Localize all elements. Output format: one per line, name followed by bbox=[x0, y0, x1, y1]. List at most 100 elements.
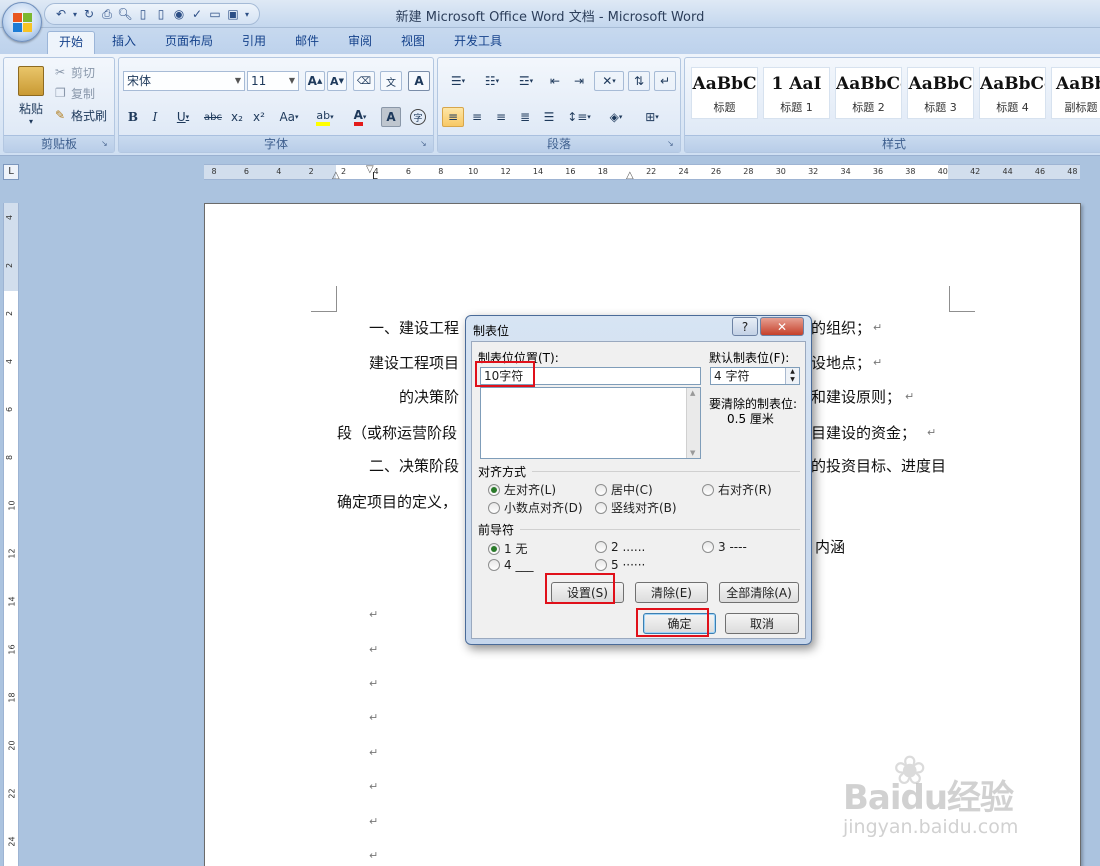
copy-button[interactable]: ❐ 复制 bbox=[54, 83, 112, 103]
increase-indent-button[interactable]: ⇥ bbox=[568, 71, 590, 91]
leader-5-radio[interactable]: 5 ······ bbox=[595, 558, 645, 572]
document-text: 内涵 bbox=[815, 538, 846, 556]
tab-position-list[interactable]: ▲ ▼ bbox=[480, 387, 701, 459]
clear-all-button[interactable]: 全部清除(A) bbox=[719, 582, 799, 603]
shrink-font-button[interactable]: A ▼ bbox=[327, 71, 347, 91]
style-tile[interactable]: AaBbCc 标题 2 bbox=[835, 67, 902, 119]
justify-button[interactable]: ≣ bbox=[514, 107, 536, 127]
style-tile[interactable]: AaBbCc 标题 4 bbox=[979, 67, 1046, 119]
align-decimal-radio[interactable]: 小数点对齐(D) bbox=[488, 499, 583, 516]
superscript-button[interactable]: x² bbox=[249, 107, 269, 127]
highlighter-icon: ab bbox=[316, 109, 331, 126]
tab-home[interactable]: 开始 bbox=[47, 31, 95, 54]
cancel-button[interactable]: 取消 bbox=[725, 613, 799, 634]
clear-format-button[interactable]: ⌫ bbox=[353, 71, 375, 91]
align-right-radio[interactable]: 右对齐(R) bbox=[702, 481, 772, 498]
tab-stop-marker[interactable]: L bbox=[372, 171, 378, 179]
ruler-number: 6 bbox=[5, 406, 15, 413]
close-icon: ✕ bbox=[776, 319, 788, 334]
align-left-button[interactable]: ≡ bbox=[442, 107, 464, 127]
scroll-up-icon[interactable]: ▲ bbox=[690, 389, 695, 397]
ruler-number: 42 bbox=[970, 167, 981, 176]
close-button[interactable]: ✕ bbox=[760, 317, 804, 336]
help-button[interactable]: ? bbox=[732, 317, 758, 336]
distributed-button[interactable]: ☰ bbox=[538, 107, 560, 127]
decrease-indent-button[interactable]: ⇤ bbox=[544, 71, 566, 91]
tab-review[interactable]: 审阅 bbox=[336, 31, 384, 54]
sort-button[interactable]: ⇅ bbox=[628, 71, 650, 91]
font-size-combobox[interactable]: 11 ▼ bbox=[247, 71, 299, 91]
increase-indent-icon: ⇥ bbox=[573, 74, 585, 88]
change-case-label: Aa bbox=[279, 110, 296, 124]
highlight-button[interactable]: ab ▾ bbox=[309, 107, 341, 127]
line-spacing-button[interactable]: ↕≡ ▾ bbox=[564, 107, 594, 127]
tab-view[interactable]: 视图 bbox=[389, 31, 437, 54]
scroll-down-icon[interactable]: ▼ bbox=[690, 449, 695, 457]
watermark-url: jingyan.baidu.com bbox=[843, 816, 1019, 838]
dialog-launcher-icon[interactable]: ↘ bbox=[667, 139, 677, 149]
office-button[interactable] bbox=[2, 2, 42, 42]
phonetic-guide-button[interactable]: 文 bbox=[380, 71, 402, 91]
asian-layout-button[interactable]: ✕ ▾ bbox=[594, 71, 624, 91]
tab-insert[interactable]: 插入 bbox=[100, 31, 148, 54]
margin-corner-mark bbox=[949, 286, 975, 312]
bullets-button[interactable]: ☰ ▾ bbox=[442, 71, 474, 91]
borders-button[interactable]: ⊞ ▾ bbox=[636, 107, 668, 127]
align-center-button[interactable]: ≡ bbox=[466, 107, 488, 127]
align-center-radio[interactable]: 居中(C) bbox=[595, 481, 653, 498]
dialog-title-bar[interactable]: 制表位 ? ✕ bbox=[466, 316, 811, 341]
bold-button[interactable]: B bbox=[123, 107, 143, 127]
tab-page-layout[interactable]: 页面布局 bbox=[155, 31, 223, 54]
tab-selector-button[interactable]: L bbox=[3, 164, 19, 180]
tab-developer[interactable]: 开发工具 bbox=[444, 31, 512, 54]
document-text: 二、决策阶段 bbox=[369, 457, 460, 475]
indent-marker-icon[interactable]: △ bbox=[332, 170, 340, 179]
dialog-launcher-icon[interactable]: ↘ bbox=[420, 139, 430, 149]
subscript-button[interactable]: x₂ bbox=[227, 107, 247, 127]
character-shading-button[interactable]: A bbox=[381, 107, 401, 127]
default-tab-spinner[interactable]: 4 字符 ▲ ▼ bbox=[710, 367, 800, 385]
italic-button[interactable]: I bbox=[145, 107, 165, 127]
style-name: 标题 2 bbox=[852, 101, 885, 114]
multilevel-list-button[interactable]: ☲ ▾ bbox=[510, 71, 542, 91]
ruler-number: 24 bbox=[678, 167, 689, 176]
change-case-button[interactable]: Aa ▾ bbox=[273, 107, 305, 127]
enclose-characters-button[interactable]: 字 bbox=[407, 107, 429, 127]
underline-button[interactable]: U ▾ bbox=[169, 107, 197, 127]
shading-button[interactable]: ◈ ▾ bbox=[600, 107, 632, 127]
radio-label: 左对齐(L) bbox=[504, 483, 557, 497]
align-left-radio[interactable]: 左对齐(L) bbox=[488, 481, 556, 498]
tab-references[interactable]: 引用 bbox=[230, 31, 278, 54]
horizontal-ruler[interactable]: 8 6 4 2 2 4 6 8 10 12 14 16 18 22 24 26 28 30 32 34 36 38 40 42… bbox=[204, 164, 1080, 180]
tab-mailings[interactable]: 邮件 bbox=[283, 31, 331, 54]
character-border-button[interactable]: A bbox=[408, 71, 430, 91]
cut-button[interactable]: ✂ 剪切 bbox=[54, 62, 112, 82]
radio-dot bbox=[702, 483, 714, 496]
indent-marker-icon[interactable]: △ bbox=[626, 170, 634, 179]
font-color-button[interactable]: A ▾ bbox=[345, 107, 375, 127]
leader-4-radio[interactable]: 4 ___ bbox=[488, 558, 533, 572]
leader-1-radio[interactable]: 1 无 bbox=[488, 540, 527, 557]
spinner-arrows-icon[interactable]: ▲ ▼ bbox=[785, 368, 799, 384]
list-scrollbar[interactable]: ▲ ▼ bbox=[686, 388, 700, 458]
clear-button[interactable]: 清除(E) bbox=[635, 582, 708, 603]
font-color-icon: A bbox=[353, 108, 363, 126]
show-hide-marks-button[interactable]: ↵ bbox=[654, 71, 676, 91]
leader-2-radio[interactable]: 2 ...... bbox=[595, 540, 645, 554]
clipboard-group: 粘贴 ▾ ✂ 剪切 ❐ 复制 ✎ 格式刷 剪贴板 ↘ bbox=[3, 57, 115, 153]
format-painter-button[interactable]: ✎ 格式刷 bbox=[54, 105, 112, 125]
dialog-launcher-icon[interactable]: ↘ bbox=[101, 139, 111, 149]
paste-button[interactable]: 粘贴 ▾ bbox=[11, 62, 51, 130]
align-bar-radio[interactable]: 竖线对齐(B) bbox=[595, 499, 677, 516]
font-name-combobox[interactable]: 宋体 ▼ bbox=[123, 71, 245, 91]
strikethrough-button[interactable]: abc bbox=[201, 107, 225, 127]
leader-3-radio[interactable]: 3 ---- bbox=[702, 540, 747, 554]
style-tile[interactable]: AaBbC 标题 3 bbox=[907, 67, 974, 119]
numbering-button[interactable]: ☷ ▾ bbox=[476, 71, 508, 91]
style-tile[interactable]: AaBb 副标题 bbox=[1051, 67, 1100, 119]
align-right-button[interactable]: ≡ bbox=[490, 107, 512, 127]
grow-font-button[interactable]: A ▲ bbox=[305, 71, 325, 91]
style-tile[interactable]: AaBbC 标题 bbox=[691, 67, 758, 119]
vertical-ruler[interactable]: 4 2 2 4 6 8 10 12 14 16 18 20 22 24 bbox=[3, 203, 19, 866]
style-tile[interactable]: 1 AaI 标题 1 bbox=[763, 67, 830, 119]
